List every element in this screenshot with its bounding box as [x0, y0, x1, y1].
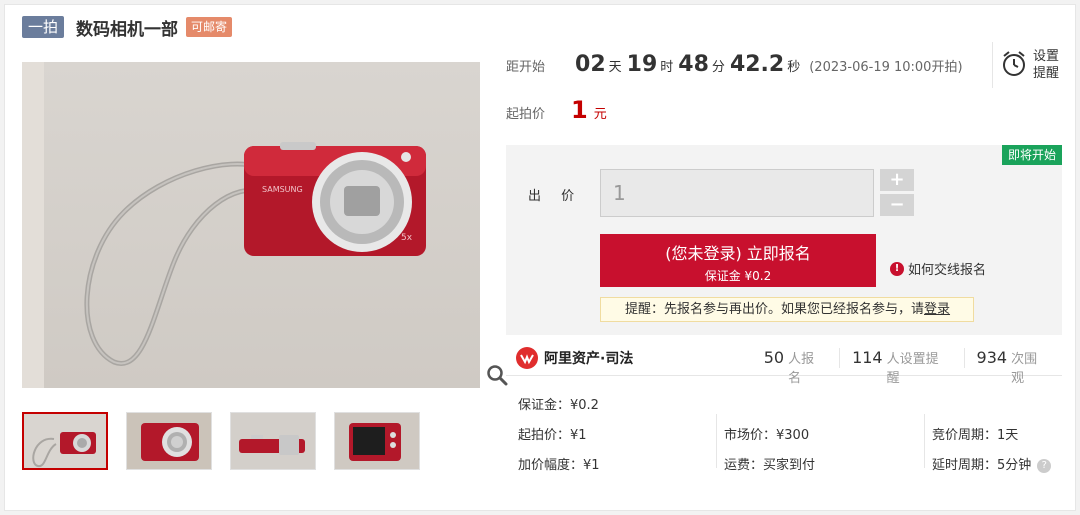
- signup-button-label: (您未登录) 立即报名: [665, 244, 811, 263]
- howto-label: 如何交线报名: [908, 263, 987, 278]
- countdown-row: 距开始 02 天 19 时 48 分 42.2 秒 (2023-06-19 10…: [506, 52, 963, 77]
- thumbnail-4[interactable]: [334, 412, 420, 470]
- start-price-unit: 元: [593, 107, 607, 122]
- signups-count: 50: [763, 347, 785, 367]
- thumbnail-list: [22, 412, 420, 470]
- svg-text:SAMSUNG: SAMSUNG: [262, 185, 303, 194]
- brand: 阿里资产·司法: [516, 346, 752, 369]
- increase-bid-button[interactable]: +: [880, 169, 914, 191]
- countdown-seconds: 42.2: [729, 52, 785, 77]
- detail-shipping: 运费：买家到付: [724, 458, 816, 473]
- detail-bid-cycle: 竞价周期：1天: [932, 428, 1019, 443]
- status-badge: 即将开始: [1001, 145, 1062, 165]
- alarm-clock-icon: [1001, 49, 1027, 81]
- remind-line2: 提醒: [1033, 66, 1060, 81]
- remind-line1: 设置: [1033, 49, 1060, 64]
- divider: [716, 414, 717, 468]
- countdown-days: 02: [575, 52, 606, 77]
- zoom-icon[interactable]: [486, 364, 508, 386]
- divider: [924, 414, 925, 468]
- thumbnail-3[interactable]: [230, 412, 316, 470]
- reminders-count: 114: [852, 347, 883, 367]
- bid-panel: 即将开始 出 价 1 + − (您未登录) 立即报名 保证金 ¥0.2 ! 如何…: [506, 145, 1062, 335]
- signup-button[interactable]: (您未登录) 立即报名 保证金 ¥0.2: [600, 234, 876, 287]
- views-stat: 934 次围观: [963, 347, 1062, 386]
- thumbnail-2[interactable]: [126, 412, 212, 470]
- help-icon[interactable]: ?: [1037, 458, 1052, 473]
- login-tip: 提醒：先报名参与再出价。如果您已经报名参与，请登录: [600, 297, 974, 322]
- detail-delay-cycle-label: 延时周期：5分钟: [932, 458, 1032, 473]
- detail-increment: 加价幅度：¥1: [518, 458, 600, 473]
- countdown-days-unit: 天: [608, 60, 622, 75]
- start-price-label: 起拍价: [506, 107, 546, 122]
- countdown-label: 距开始: [506, 60, 546, 75]
- detail-deposit: 保证金：¥0.2: [518, 398, 599, 413]
- bid-label: 出 价: [528, 189, 583, 204]
- countdown-seconds-unit: 秒: [787, 60, 801, 75]
- tip-text: 提醒：先报名参与再出价。如果您已经报名参与，请: [625, 302, 925, 317]
- views-label: 次围观: [1011, 351, 1038, 386]
- signups-label: 人报名: [788, 351, 815, 386]
- countdown-hours: 19: [626, 52, 658, 77]
- bid-amount-input[interactable]: 1: [600, 169, 874, 217]
- ali-assets-logo-icon: [516, 346, 538, 369]
- views-count: 934: [976, 347, 1008, 367]
- stats-bar: 阿里资产·司法 50 人报名 114 人设置提醒 934 次围观: [506, 340, 1062, 386]
- thumbnail-1[interactable]: [22, 412, 108, 470]
- signup-deposit: 保证金 ¥0.2: [704, 269, 772, 283]
- brand-name: 阿里资产·司法: [544, 350, 634, 367]
- login-link[interactable]: 登录: [924, 302, 950, 317]
- title-row: 一拍 数码相机一部 可邮寄: [22, 14, 233, 40]
- detail-market-price: 市场价：¥300: [724, 428, 810, 443]
- page-title: 数码相机一部: [76, 19, 179, 40]
- shipping-tag: 可邮寄: [186, 17, 233, 37]
- countdown-hours-unit: 时: [660, 60, 674, 75]
- decrease-bid-button[interactable]: −: [880, 194, 914, 216]
- countdown-minutes: 48: [678, 52, 709, 77]
- signups-stat: 50 人报名: [752, 347, 839, 386]
- platform-tag: 一拍: [22, 16, 65, 38]
- detail-delay-cycle: 延时周期：5分钟?: [932, 454, 1052, 473]
- svg-text:5x: 5x: [401, 233, 413, 243]
- reminders-label: 人设置提醒: [886, 351, 939, 386]
- detail-start-price: 起拍价：¥1: [518, 428, 587, 443]
- reminders-stat: 114 人设置提醒: [839, 347, 963, 386]
- countdown-minutes-unit: 分: [711, 60, 725, 75]
- start-time: (2023-06-19 10:00开拍): [809, 60, 963, 75]
- howto-offline-signup-link[interactable]: ! 如何交线报名: [890, 259, 986, 278]
- info-icon: !: [890, 261, 904, 276]
- set-reminder-button[interactable]: 设置 提醒: [992, 42, 1059, 88]
- main-product-image[interactable]: SAMSUNG 5x: [22, 62, 480, 388]
- start-price-value: 1: [571, 96, 588, 124]
- start-price-row: 起拍价 1 元: [506, 96, 607, 124]
